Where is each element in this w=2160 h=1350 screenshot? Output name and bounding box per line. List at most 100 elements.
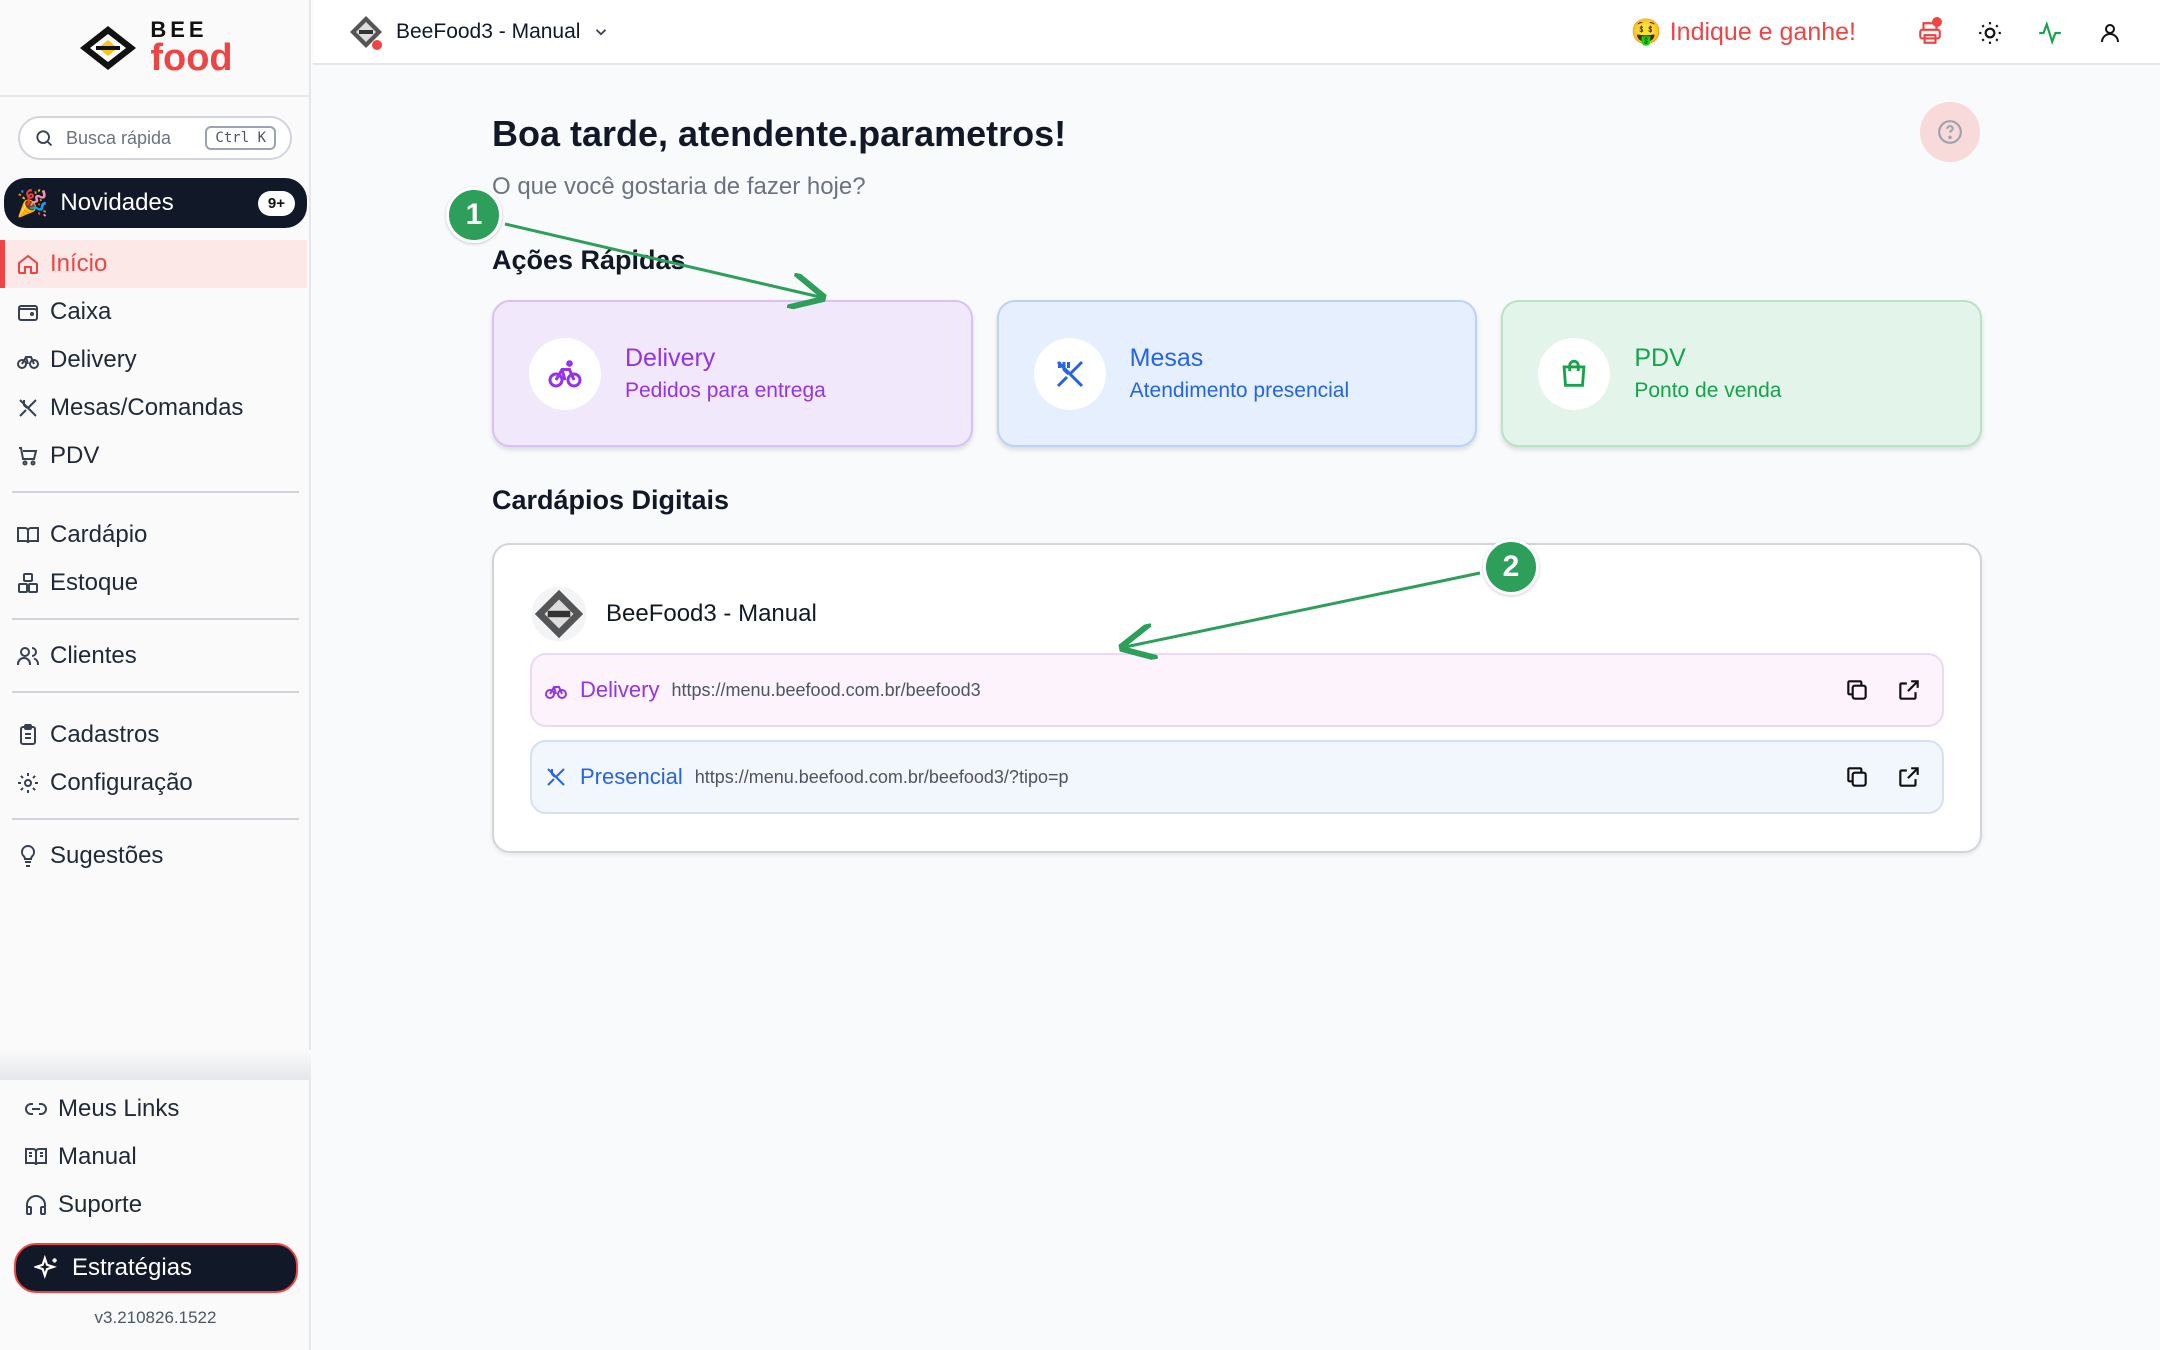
menu-link-label: Delivery xyxy=(580,677,660,702)
party-popper-icon: 🎉 xyxy=(16,187,49,218)
menu-link-url: https://menu.beefood.com.br/beefood3/?ti… xyxy=(694,766,1069,787)
sidebar-item-label: Cardápio xyxy=(50,521,148,548)
search-input[interactable]: Busca rápida Ctrl K xyxy=(18,116,292,160)
gear-icon xyxy=(18,773,38,793)
sidebar-item-label: Clientes xyxy=(50,642,137,669)
store-selector[interactable]: BeeFood3 - Manual xyxy=(348,14,610,50)
mesas-icon-circle xyxy=(1033,337,1106,410)
activity-button[interactable] xyxy=(2020,3,2080,63)
bottom-nav: Meus Links Manual Suporte xyxy=(0,1085,311,1229)
printer-button[interactable] xyxy=(1900,3,1960,63)
delivery-icon-circle xyxy=(529,337,601,410)
external-link-icon[interactable] xyxy=(1896,677,1922,703)
money-face-icon: 🤑 xyxy=(1630,18,1662,46)
store-avatar-icon xyxy=(350,15,382,50)
referral-link[interactable]: 🤑 Indique e ganhe! xyxy=(1631,18,1856,47)
referral-label: Indique e ganhe! xyxy=(1669,18,1856,46)
header-actions: 🤑 Indique e ganhe! xyxy=(1631,0,2160,65)
search-shortcut: Ctrl K xyxy=(205,126,276,150)
sidebar-item-label: Estoque xyxy=(50,569,139,596)
annotation-marker-1: 1 xyxy=(446,187,502,243)
pdv-icon-circle xyxy=(1538,337,1611,410)
sidebar-item-caixa[interactable]: Caixa xyxy=(0,288,307,336)
user-icon xyxy=(2101,23,2119,42)
external-link-icon[interactable] xyxy=(1896,764,1922,790)
digital-menus-title: Cardápios Digitais xyxy=(492,485,730,515)
strategies-button[interactable]: Estratégias xyxy=(14,1243,298,1293)
news-label: Novidades xyxy=(60,189,174,216)
user-menu-button[interactable] xyxy=(2080,3,2140,63)
news-button[interactable]: 🎉 Novidades 9+ xyxy=(4,178,307,228)
menu-link-presencial: Presencial https://menu.beefood.com.br/b… xyxy=(530,740,1944,814)
annotation-marker-2: 2 xyxy=(1483,539,1539,595)
bee-logo-icon xyxy=(80,25,137,70)
sidebar-item-mesas[interactable]: Mesas/Comandas xyxy=(0,384,307,432)
utensils-crossed-icon xyxy=(19,399,37,417)
sidebar-item-estoque[interactable]: Estoque xyxy=(0,559,307,607)
lightbulb-icon xyxy=(20,844,36,867)
copy-icon[interactable] xyxy=(1844,677,1870,703)
book-open-icon xyxy=(17,527,39,544)
sidebar-item-meus-links[interactable]: Meus Links xyxy=(0,1085,307,1133)
sidebar-item-manual[interactable]: Manual xyxy=(0,1133,307,1181)
cart-icon xyxy=(19,447,38,466)
search-icon xyxy=(36,130,53,147)
utensils-crossed-icon xyxy=(1056,360,1083,387)
menu-link-url: https://menu.beefood.com.br/beefood3 xyxy=(671,679,981,700)
menu-store-name: BeeFood3 - Manual xyxy=(606,600,817,627)
quick-action-pdv[interactable]: PDV Ponto de venda xyxy=(1501,300,1983,447)
sidebar-divider xyxy=(12,818,299,820)
brand-logo[interactable]: BEE food xyxy=(0,0,309,97)
link-icon xyxy=(25,1103,47,1115)
help-button[interactable] xyxy=(1920,102,1980,162)
utensils-crossed-icon xyxy=(547,768,565,786)
sidebar-item-label: Cadastros xyxy=(50,721,160,748)
main-nav: Início Caixa Delivery Mesas/Comandas PDV… xyxy=(0,240,311,880)
card-title: Mesas xyxy=(1129,344,1204,372)
quick-actions-title: Ações Rápidas xyxy=(492,245,686,275)
page-title: Boa tarde, atendente.parametros! xyxy=(492,113,1067,154)
sidebar-divider xyxy=(12,618,299,620)
sidebar-item-delivery[interactable]: Delivery xyxy=(0,336,307,384)
card-title: PDV xyxy=(1634,344,1686,372)
sidebar-item-label: Suporte xyxy=(58,1191,143,1218)
copy-icon[interactable] xyxy=(1844,764,1870,790)
sidebar-item-label: Configuração xyxy=(50,769,193,796)
wallet-icon xyxy=(18,305,38,321)
sidebar-item-configuracao[interactable]: Configuração xyxy=(0,759,307,807)
sidebar-item-label: Mesas/Comandas xyxy=(50,394,244,421)
book-icon xyxy=(25,1148,47,1166)
sidebar-item-label: Manual xyxy=(58,1143,137,1170)
sun-icon xyxy=(1979,21,2001,44)
users-icon xyxy=(17,647,39,665)
sidebar-divider xyxy=(12,491,299,493)
quick-action-delivery[interactable]: Delivery Pedidos para entrega xyxy=(492,300,973,447)
sidebar-item-pdv[interactable]: PDV xyxy=(0,432,307,480)
home-icon xyxy=(18,254,38,274)
sidebar-item-cadastros[interactable]: Cadastros xyxy=(0,711,307,759)
help-circle-icon xyxy=(1938,120,1962,144)
sidebar-item-label: Delivery xyxy=(50,346,137,373)
store-name: BeeFood3 - Manual xyxy=(396,19,581,43)
sidebar-item-label: Caixa xyxy=(50,298,112,325)
store-avatar-icon xyxy=(531,586,587,642)
sidebar-item-clientes[interactable]: Clientes xyxy=(0,632,307,680)
sidebar-item-cardapio[interactable]: Cardápio xyxy=(0,511,307,559)
scroll-shadow xyxy=(0,1050,311,1080)
search-placeholder: Busca rápida xyxy=(66,127,172,148)
card-description: Pedidos para entrega xyxy=(625,379,826,402)
sidebar-item-sugestoes[interactable]: Sugestões xyxy=(0,832,307,880)
sidebar-item-label: PDV xyxy=(50,442,100,469)
digital-menus-card: BeeFood3 - Manual Delivery https://menu.… xyxy=(492,543,1982,853)
bike-icon xyxy=(17,356,39,369)
card-description: Ponto de venda xyxy=(1634,379,1782,402)
sidebar-item-inicio[interactable]: Início xyxy=(0,240,307,288)
sidebar-item-label: Sugestões xyxy=(50,842,164,869)
theme-toggle-button[interactable] xyxy=(1960,3,2020,63)
sidebar-item-suporte[interactable]: Suporte xyxy=(0,1181,307,1229)
strategies-label: Estratégias xyxy=(72,1254,193,1281)
quick-actions: Delivery Pedidos para entrega Mesas Aten… xyxy=(492,300,1983,447)
card-title: Delivery xyxy=(625,344,716,372)
quick-action-mesas[interactable]: Mesas Atendimento presencial xyxy=(996,300,1478,447)
sidebar-item-label: Meus Links xyxy=(58,1095,180,1122)
